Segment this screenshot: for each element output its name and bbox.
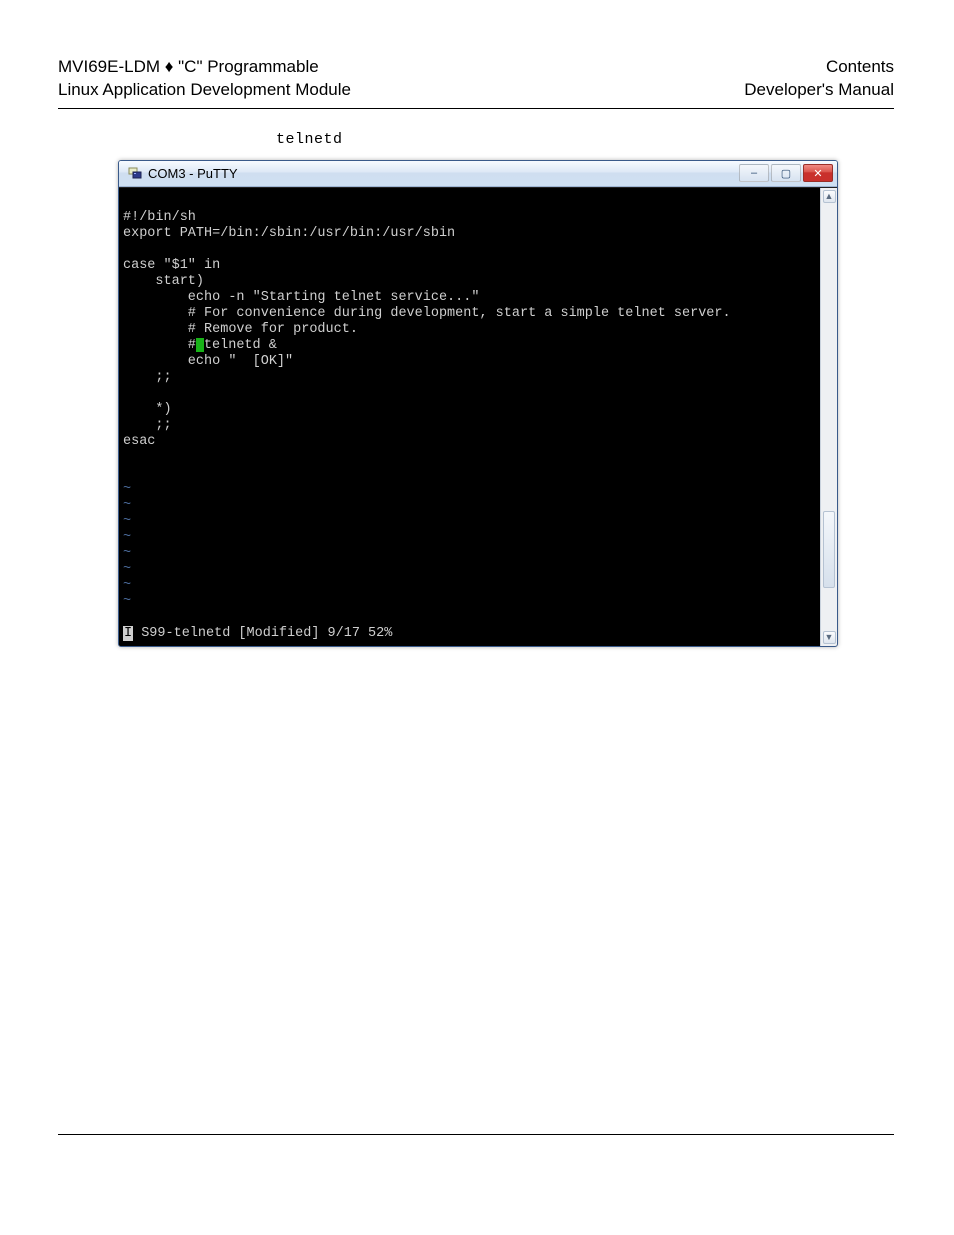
header-right-line1: Contents [744,56,894,79]
text-cursor [196,338,204,352]
footer-divider [58,1134,894,1135]
maximize-button[interactable]: ▢ [771,164,801,182]
code-line: # For convenience during development, st… [123,306,731,321]
scroll-up-arrow-icon[interactable]: ▲ [823,190,836,203]
vi-tilde: ~ [123,562,131,577]
header-left: MVI69E-LDM ♦ "C" Programmable Linux Appl… [58,56,351,102]
code-line: #!/bin/sh [123,210,196,225]
code-line: *) [123,402,172,417]
code-line: echo -n "Starting telnet service..." [123,290,479,305]
vi-tilde: ~ [123,514,131,529]
putty-icon [127,166,142,181]
code-line: export PATH=/bin:/sbin:/usr/bin:/usr/sbi… [123,226,455,241]
vi-tilde: ~ [123,498,131,513]
code-line-cursor: #telnetd & [123,338,277,353]
window-titlebar[interactable]: COM3 - PuTTY – ▢ ✕ [119,161,837,187]
code-line: case "$1" in [123,258,220,273]
vi-tilde: ~ [123,482,131,497]
putty-window: COM3 - PuTTY – ▢ ✕ #!/bin/sh export PATH… [118,160,838,647]
code-line: echo " [OK]" [123,354,293,369]
vi-tilde: ~ [123,594,131,609]
header-right: Contents Developer's Manual [744,56,894,102]
header-left-line2: Linux Application Development Module [58,79,351,102]
scroll-down-arrow-icon[interactable]: ▼ [823,631,836,644]
terminal-content[interactable]: #!/bin/sh export PATH=/bin:/sbin:/usr/bi… [119,188,820,646]
header-divider [58,108,894,109]
vi-tilde: ~ [123,546,131,561]
vertical-scrollbar[interactable]: ▲ ▼ [820,188,837,646]
scrollbar-thumb[interactable] [823,511,835,588]
scrollbar-track[interactable] [821,203,837,631]
header-left-line1: MVI69E-LDM ♦ "C" Programmable [58,56,351,79]
minimize-button[interactable]: – [739,164,769,182]
code-line: # Remove for product. [123,322,358,337]
vi-tilde: ~ [123,578,131,593]
code-line: ;; [123,370,172,385]
close-button[interactable]: ✕ [803,164,833,182]
code-line: ;; [123,418,172,433]
code-line: esac [123,434,155,449]
code-label-telnetd: telnetd [276,131,894,148]
window-title: COM3 - PuTTY [148,166,739,181]
header-right-line2: Developer's Manual [744,79,894,102]
code-line: start) [123,274,204,289]
vi-tilde: ~ [123,530,131,545]
vi-status-line: I S99-telnetd [Modified] 9/17 52% [123,626,392,642]
